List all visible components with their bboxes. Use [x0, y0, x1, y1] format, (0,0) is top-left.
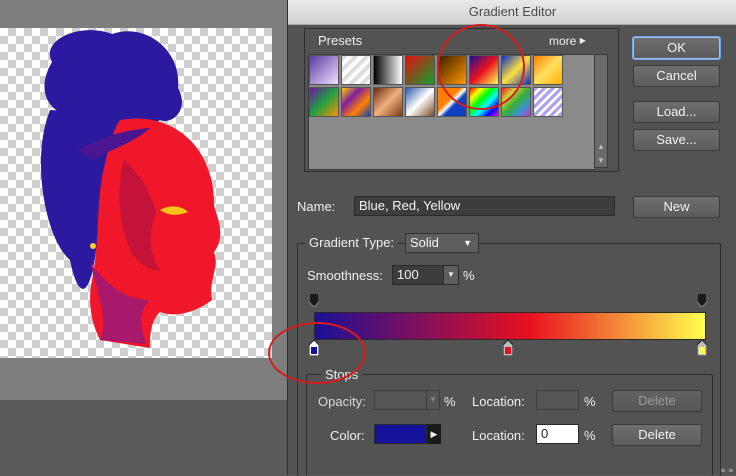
opacity-location-percent: % [584, 394, 596, 409]
color-stop-red[interactable] [503, 340, 513, 356]
color-label: Color: [330, 428, 365, 443]
annotation-circle-preset [437, 24, 525, 110]
opacity-stop-left[interactable] [309, 293, 319, 307]
color-location-field[interactable]: 0 [536, 424, 579, 444]
chevron-down-icon: ▼ [463, 238, 472, 248]
color-location-label: Location: [472, 428, 525, 443]
preset-violet-orange[interactable] [309, 55, 339, 85]
gradient-type-label: Gradient Type: [305, 235, 399, 250]
smoothness-field[interactable]: 100 [392, 265, 444, 285]
preset-black-white[interactable] [373, 55, 403, 85]
opacity-percent: % [444, 394, 456, 409]
scroll-up-arrow-icon[interactable]: ▲ [597, 142, 605, 151]
opacity-field[interactable] [374, 390, 427, 410]
delete-opacity-stop-button[interactable]: Delete [612, 390, 702, 412]
new-button[interactable]: New [633, 196, 720, 218]
name-field[interactable]: Blue, Red, Yellow [354, 196, 615, 216]
opacity-dropdown-icon[interactable]: ▼ [426, 390, 440, 410]
annotation-circle-stop [268, 322, 366, 384]
gradient-type-value: Solid [410, 235, 439, 250]
color-swatch[interactable] [374, 424, 427, 444]
portrait-image [40, 30, 221, 349]
preset-orange-yellow[interactable] [533, 55, 563, 85]
preset-violet-green-orange[interactable] [309, 87, 339, 117]
preset-transparent-stripes[interactable] [341, 55, 371, 85]
triangle-right-icon: ▶ [579, 36, 586, 45]
presets-label: Presets [314, 33, 367, 48]
more-menu[interactable]: more ▶ [546, 34, 589, 48]
opacity-location-field[interactable] [536, 390, 579, 410]
presets-scrollbar[interactable]: ▲ ▼ [594, 54, 608, 168]
opacity-location-label: Location: [472, 394, 525, 409]
opacity-stop-right[interactable] [697, 293, 707, 307]
preset-transparent-stripes-2[interactable] [533, 87, 563, 117]
gradient-preview-bar[interactable] [314, 312, 706, 340]
canvas-area [0, 0, 287, 400]
smoothness-percent: % [463, 268, 475, 283]
preset-chrome[interactable] [405, 87, 435, 117]
color-stop-yellow[interactable] [697, 340, 707, 356]
name-label: Name: [297, 199, 336, 214]
load-button[interactable]: Load... [633, 101, 720, 123]
ok-button[interactable]: OK [633, 37, 720, 59]
delete-color-stop-button[interactable]: Delete [612, 424, 702, 446]
dialog-title[interactable]: Gradient Editor [288, 0, 736, 25]
smoothness-dropdown-icon[interactable]: ▼ [443, 265, 459, 285]
preset-yellow-violet-orange-blue[interactable] [341, 87, 371, 117]
smoothness-label: Smoothness: [307, 268, 383, 283]
scroll-down-arrow-icon[interactable]: ▼ [597, 156, 605, 165]
save-button[interactable]: Save... [633, 129, 720, 151]
preset-copper[interactable] [373, 87, 403, 117]
color-menu-triangle-icon[interactable]: ▶ [427, 424, 441, 444]
opacity-label: Opacity: [318, 394, 366, 409]
resize-grip-icon[interactable] [721, 459, 733, 472]
more-label: more [549, 34, 577, 48]
gradient-type-select[interactable]: Solid ▼ [405, 233, 479, 253]
color-location-percent: % [584, 428, 596, 443]
cancel-button[interactable]: Cancel [633, 65, 720, 87]
preset-red-green[interactable] [405, 55, 435, 85]
